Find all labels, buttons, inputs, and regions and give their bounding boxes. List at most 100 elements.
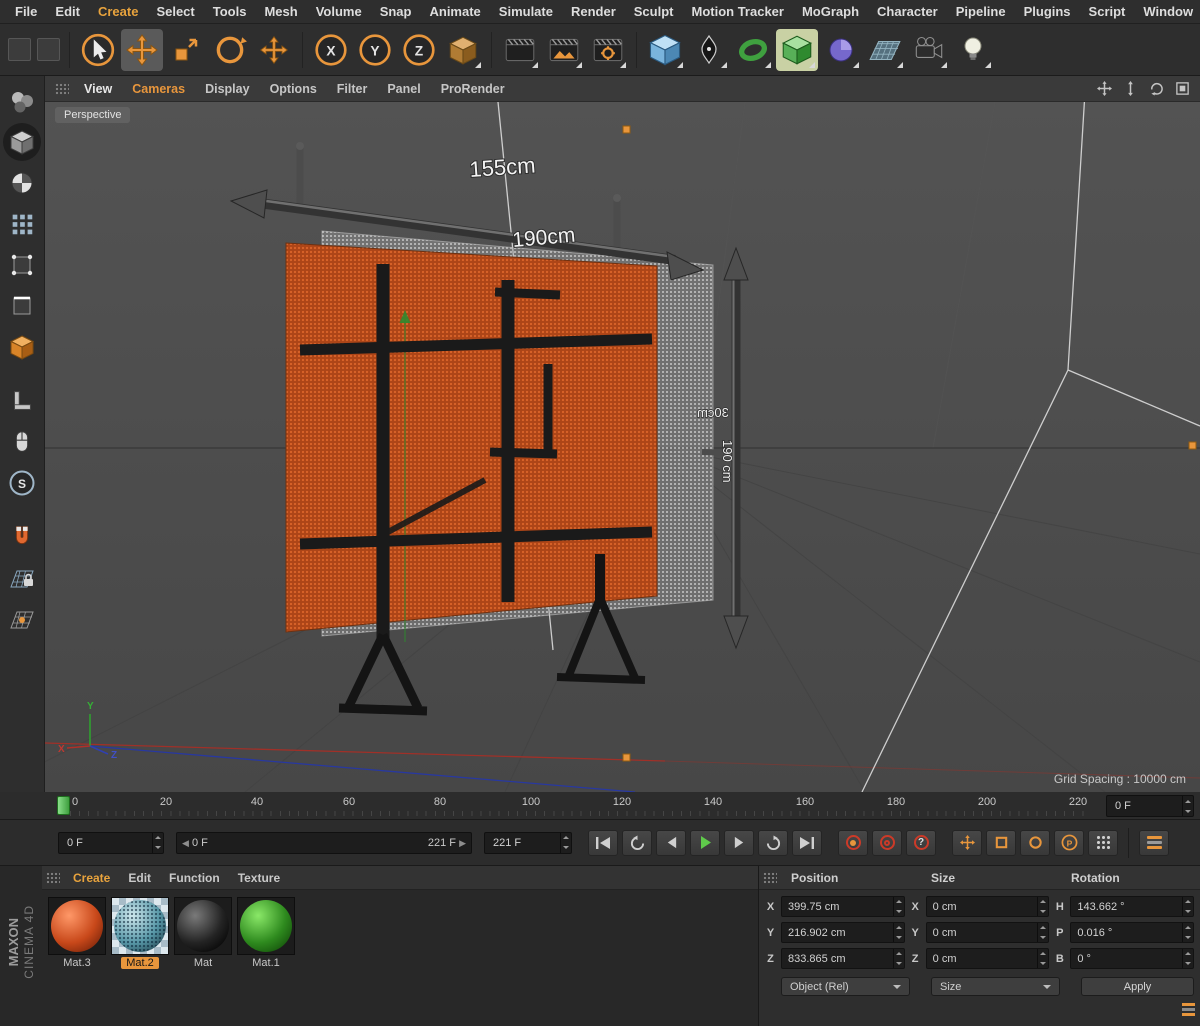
viewport-menu-display[interactable]: Display — [196, 82, 258, 96]
viewport-menu-filter[interactable]: Filter — [328, 82, 377, 96]
material-name-selected[interactable]: Mat.2 — [121, 957, 159, 969]
mode-dropdown[interactable]: Object (Rel) — [781, 977, 910, 996]
edges-mode-button[interactable] — [3, 287, 41, 325]
rotation-h-field[interactable]: 143.662 ° — [1070, 896, 1195, 917]
end-frame-field[interactable]: 221 F — [484, 831, 572, 854]
menu-mesh[interactable]: Mesh — [255, 4, 306, 19]
keyframe-selection-button[interactable]: ? — [906, 829, 936, 856]
z-axis-lock-button[interactable]: Z — [398, 29, 440, 71]
menu-snap[interactable]: Snap — [371, 4, 421, 19]
scale-tool-button[interactable] — [165, 29, 207, 71]
stepper-icon[interactable] — [152, 832, 163, 853]
viewport-maximize-icon[interactable] — [1170, 79, 1194, 99]
viewport-menu-cameras[interactable]: Cameras — [123, 82, 194, 96]
menu-volume[interactable]: Volume — [307, 4, 371, 19]
menu-character[interactable]: Character — [868, 4, 947, 19]
spline-pen-button[interactable] — [688, 29, 730, 71]
play-backwards-button[interactable] — [622, 829, 652, 856]
viewport-menu-options[interactable]: Options — [261, 82, 326, 96]
primitive-cube-button[interactable] — [644, 29, 686, 71]
menu-sculpt[interactable]: Sculpt — [625, 4, 683, 19]
stepper-icon[interactable] — [1037, 949, 1048, 968]
loop-button[interactable] — [758, 829, 788, 856]
mouse-mode-button[interactable] — [3, 423, 41, 461]
viewport-menu-view[interactable]: View — [75, 82, 121, 96]
goto-end-button[interactable] — [792, 829, 822, 856]
goto-start-button[interactable] — [588, 829, 618, 856]
magnet-tool-button[interactable] — [3, 518, 41, 556]
material-name[interactable]: Mat — [189, 957, 217, 969]
previous-frame-button[interactable] — [656, 829, 686, 856]
polygons-mode-button[interactable] — [3, 328, 41, 366]
layers-button[interactable] — [1139, 829, 1169, 856]
camera-label-badge[interactable]: Perspective — [55, 107, 131, 123]
position-y-field[interactable]: 216.902 cm — [781, 922, 905, 943]
preview-range-slider[interactable]: ◀ 0 F 221 F ▶ — [176, 831, 472, 854]
stepper-icon[interactable] — [1182, 796, 1193, 816]
material-thumbnail-mat1[interactable] — [237, 897, 295, 955]
select-tool-button[interactable] — [77, 29, 119, 71]
rotation-b-field[interactable]: 0 ° — [1070, 948, 1195, 969]
texture-mode-button[interactable] — [3, 164, 41, 202]
key-position-button[interactable] — [952, 829, 982, 856]
play-button[interactable] — [690, 829, 720, 856]
viewport-menu-panel[interactable]: Panel — [378, 82, 429, 96]
panel-drag-handle-icon[interactable] — [763, 871, 777, 884]
viewport-menu-prorender[interactable]: ProRender — [432, 82, 514, 96]
size-dropdown[interactable]: Size — [931, 977, 1060, 996]
material-name[interactable]: Mat.3 — [58, 957, 96, 969]
make-editable-button[interactable] — [3, 82, 41, 120]
timeline-frame-field[interactable]: 0 F — [1106, 795, 1194, 817]
points-mode-button[interactable] — [3, 246, 41, 284]
key-rotation-button[interactable] — [1020, 829, 1050, 856]
timeline-playhead[interactable] — [57, 796, 70, 815]
axis-mode-button[interactable] — [3, 382, 41, 420]
model-mode-button[interactable] — [3, 123, 41, 161]
key-parameter-button[interactable]: P — [1054, 829, 1084, 856]
material-menu-create[interactable]: Create — [64, 871, 119, 885]
position-z-field[interactable]: 833.865 cm — [781, 948, 905, 969]
menu-plugins[interactable]: Plugins — [1015, 4, 1080, 19]
timeline-ruler[interactable]: 0 20 40 60 80 100 120 140 160 180 200 22… — [0, 792, 1200, 820]
next-frame-button[interactable] — [724, 829, 754, 856]
fields-button[interactable] — [820, 29, 862, 71]
quantize-button[interactable] — [3, 600, 41, 638]
menu-motion-tracker[interactable]: Motion Tracker — [683, 4, 793, 19]
stepper-icon[interactable] — [892, 923, 904, 942]
menu-edit[interactable]: Edit — [46, 4, 89, 19]
menu-render[interactable]: Render — [562, 4, 625, 19]
snap-toggle-button[interactable]: S — [3, 464, 41, 502]
menu-animate[interactable]: Animate — [420, 4, 489, 19]
material-thumbnail-mat2[interactable] — [111, 897, 169, 955]
stepper-icon[interactable] — [1182, 897, 1193, 916]
panel-corner-icon[interactable] — [1182, 1003, 1195, 1016]
viewport-drag-handle-icon[interactable] — [55, 82, 69, 95]
last-tool-button[interactable] — [253, 29, 295, 71]
size-y-field[interactable]: 0 cm — [925, 922, 1050, 943]
menu-simulate[interactable]: Simulate — [490, 4, 562, 19]
modeling-button[interactable] — [776, 28, 818, 71]
material-menu-edit[interactable]: Edit — [119, 871, 160, 885]
x-axis-lock-button[interactable]: X — [310, 29, 352, 71]
autokey-button[interactable] — [872, 829, 902, 856]
y-axis-lock-button[interactable]: Y — [354, 29, 396, 71]
move-tool-button[interactable] — [121, 28, 163, 71]
rotate-tool-button[interactable] — [209, 29, 251, 71]
workplane-lock-button[interactable] — [3, 559, 41, 597]
viewport-pan-icon[interactable] — [1092, 79, 1116, 99]
undo-button[interactable] — [8, 38, 31, 61]
viewport-3d[interactable]: 155cm 190cm 30cm 190 cm Y X Z Perspectiv… — [45, 102, 1200, 792]
stepper-icon[interactable] — [892, 949, 904, 968]
stepper-icon[interactable] — [1182, 923, 1193, 942]
generators-button[interactable] — [732, 29, 774, 71]
stepper-icon[interactable] — [560, 832, 571, 853]
stepper-icon[interactable] — [1037, 897, 1048, 916]
material-menu-function[interactable]: Function — [160, 871, 229, 885]
current-frame-field[interactable]: 0 F — [58, 831, 164, 854]
panel-drag-handle-icon[interactable] — [46, 871, 60, 884]
stepper-icon[interactable] — [1182, 949, 1193, 968]
camera-button[interactable] — [908, 29, 950, 71]
redo-button[interactable] — [37, 38, 60, 61]
environment-button[interactable] — [864, 29, 906, 71]
viewport-dolly-icon[interactable] — [1118, 79, 1142, 99]
